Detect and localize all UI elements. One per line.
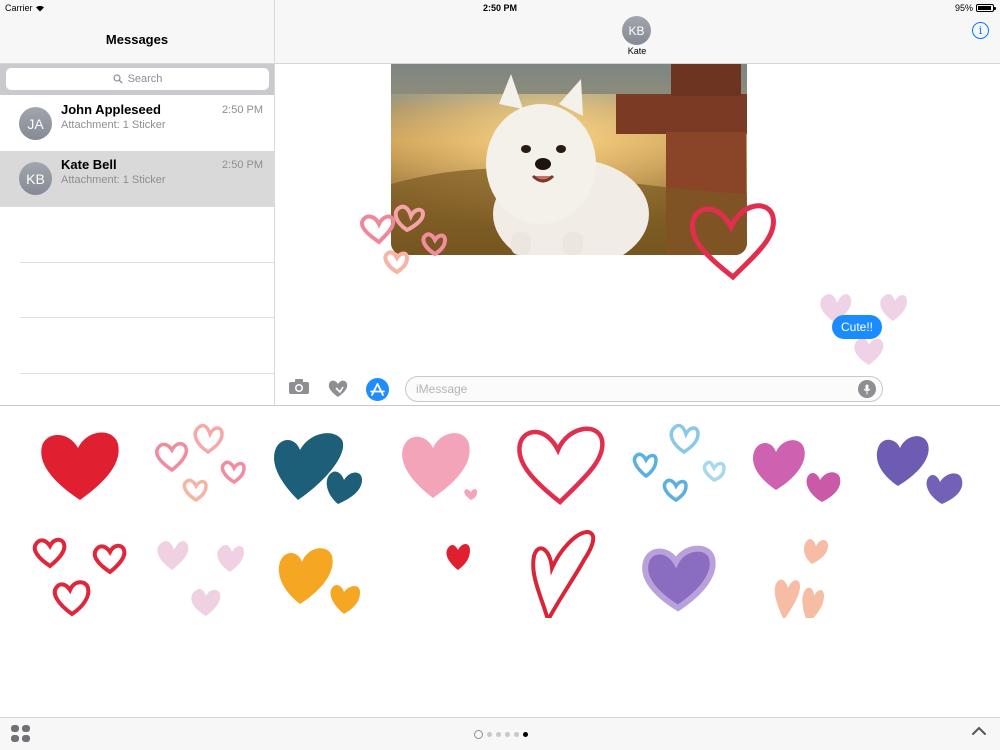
pink-outline-hearts-sticker[interactable] <box>357 196 452 276</box>
page-dot <box>496 732 501 737</box>
chevron-up-icon[interactable] <box>971 725 987 737</box>
contact-name[interactable]: Kate <box>587 46 687 56</box>
sticker-peach-hearts[interactable] <box>752 528 852 624</box>
sticker-red-outline-heart[interactable] <box>512 418 612 508</box>
sticker-red-scribble-heart[interactable] <box>512 528 612 626</box>
camera-icon[interactable] <box>288 378 310 395</box>
microphone-icon[interactable] <box>858 380 876 398</box>
sticker-blue-outline-hearts[interactable] <box>630 418 730 508</box>
digital-touch-icon[interactable] <box>327 377 349 399</box>
mic-glyph <box>863 384 871 394</box>
conversation-row-john-appleseed[interactable]: JA John Appleseed 2:50 PM Attachment: 1 … <box>0 96 274 152</box>
status-time: 2:50 PM <box>482 3 517 13</box>
conversation-row-kate-bell[interactable]: KB Kate Bell 2:50 PM Attachment: 1 Stick… <box>0 151 274 207</box>
sticker-small-red-heart[interactable] <box>408 528 508 618</box>
list-divider <box>20 373 274 374</box>
battery-percent: 95% <box>954 3 973 13</box>
list-divider <box>20 262 274 263</box>
contact-avatar[interactable]: KB <box>622 16 651 45</box>
battery-fill <box>978 6 992 10</box>
search-icon <box>112 74 123 84</box>
app-store-glyph <box>370 383 385 396</box>
page-dot <box>487 732 492 737</box>
compose-bar: iMessage <box>275 375 1000 405</box>
sent-message-bubble[interactable]: Cute!! <box>832 315 883 339</box>
message-input-placeholder: iMessage <box>416 382 468 396</box>
sticker-pink-heart[interactable] <box>393 418 493 508</box>
conversation-time: 2:50 PM <box>222 104 263 116</box>
list-divider <box>20 317 274 318</box>
search-placeholder: Search <box>127 73 163 85</box>
conversation-preview: Attachment: 1 Sticker <box>61 174 166 186</box>
recents-clock-icon <box>474 730 483 739</box>
search-input[interactable]: Search <box>6 68 269 90</box>
red-outline-heart-sticker[interactable] <box>685 197 780 285</box>
sticker-red-outline-hearts[interactable] <box>30 528 130 618</box>
sticker-red-heart[interactable] <box>30 418 130 508</box>
app-drawer-bar <box>0 717 1000 750</box>
page-dot-active <box>523 732 528 737</box>
conversation-pane: KB Kate i Cute!! iMessage <box>275 0 1000 405</box>
sticker-magenta-hearts[interactable] <box>746 418 846 508</box>
sticker-violet-heart[interactable] <box>630 528 730 618</box>
sticker-pink-outline-hearts[interactable] <box>152 418 252 508</box>
avatar: JA <box>19 107 52 140</box>
sticker-purple-hearts[interactable] <box>870 418 970 508</box>
search-area: Search <box>0 64 274 95</box>
info-icon[interactable]: i <box>972 22 989 39</box>
sticker-light-pink-hearts[interactable] <box>152 528 252 618</box>
page-dot <box>505 732 510 737</box>
conversation-name: Kate Bell <box>61 157 117 172</box>
page-dot <box>514 732 519 737</box>
battery-indicator: 95% <box>954 3 996 13</box>
sticker-drawer <box>0 405 1000 717</box>
conversation-preview: Attachment: 1 Sticker <box>61 119 166 131</box>
app-store-icon[interactable] <box>366 378 389 401</box>
sticker-teal-hearts[interactable] <box>270 418 370 508</box>
status-bar: Carrier 2:50 PM 95% <box>0 0 1000 16</box>
battery-icon <box>976 4 996 12</box>
page-indicator[interactable] <box>474 730 528 739</box>
conversation-time: 2:50 PM <box>222 159 263 171</box>
sticker-orange-hearts[interactable] <box>270 528 370 618</box>
app-grid-icon[interactable] <box>11 725 33 743</box>
messages-title: Messages <box>105 32 169 47</box>
avatar: KB <box>19 162 52 195</box>
conversation-list-pane: Messages Search JA John Appleseed 2:50 P… <box>0 0 275 405</box>
message-input[interactable]: iMessage <box>405 376 883 402</box>
conversation-name: John Appleseed <box>61 102 161 117</box>
